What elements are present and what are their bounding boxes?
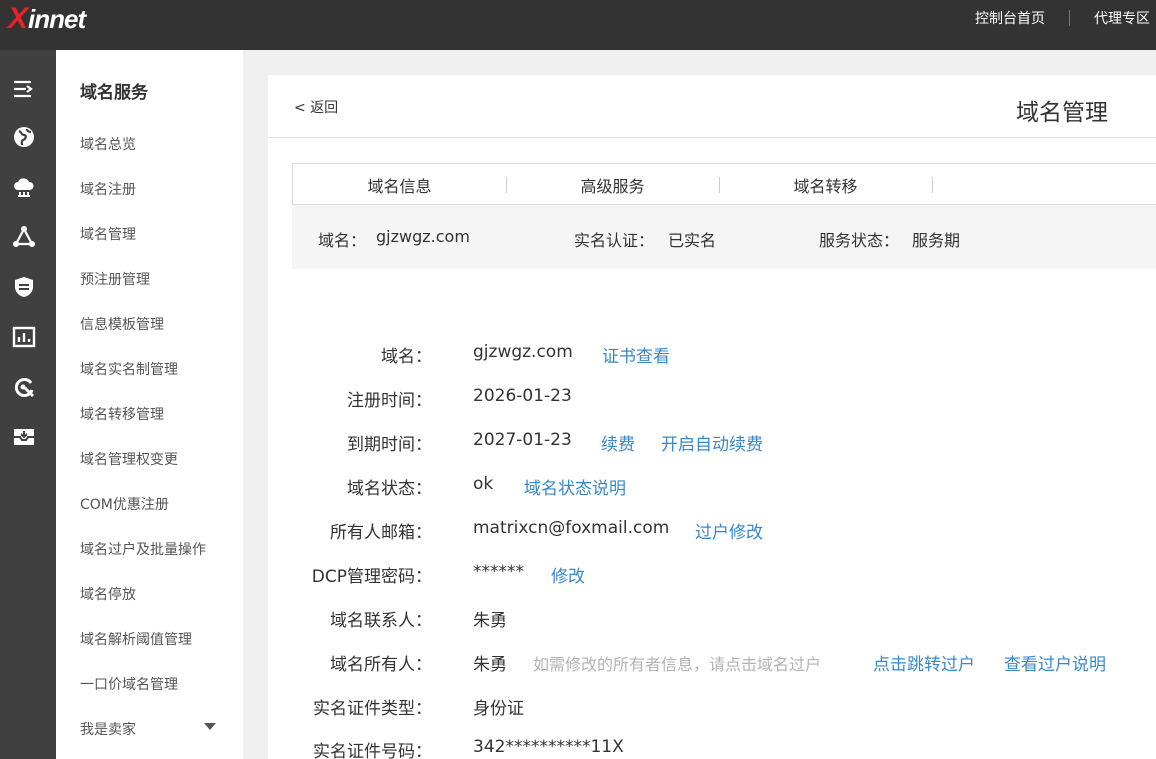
certificate-view-link[interactable]: 证书查看 — [602, 342, 670, 367]
logo-text: innet — [28, 3, 86, 34]
detail-value-dcp-password: ****** — [473, 562, 524, 582]
status-explain-link[interactable]: 域名状态说明 — [524, 474, 626, 499]
detail-value-contact: 朱勇 — [473, 611, 507, 631]
tab-domain-info[interactable]: 域名信息 — [293, 164, 506, 206]
goto-transfer-link[interactable]: 点击跳转过户 — [873, 650, 975, 675]
top-bar: Xinnet 控制台首页 代理专区 — [0, 0, 1156, 50]
logo-x: X — [8, 2, 28, 35]
detail-label-contact: 域名联系人： — [330, 611, 432, 631]
detail-label-owner: 域名所有人： — [330, 655, 432, 675]
tab-advanced-services[interactable]: 高级服务 — [506, 164, 719, 206]
owner-modify-hint: 如需修改的所有者信息，请点击域名过户 — [533, 655, 822, 674]
detail-value-id-type: 身份证 — [473, 699, 524, 719]
detail-label-owner-email: 所有人邮箱： — [330, 523, 432, 543]
detail-label-expire-date: 到期时间： — [347, 435, 432, 455]
detail-label-dcp-password: DCP管理密码： — [311, 567, 432, 587]
cloud-icon[interactable] — [12, 175, 36, 199]
main-panel: < 返回 域名管理 域名信息 高级服务 域名转移 域名： gjzwgz.com … — [268, 75, 1156, 759]
detail-value-expire-date: 2027-01-23 — [473, 430, 572, 450]
sidebar-title: 域名服务 — [80, 83, 148, 103]
chevron-down-icon[interactable] — [204, 723, 216, 730]
detail-value-domain-status: ok — [473, 474, 494, 494]
detail-value-owner-email: matrixcn@foxmail.com — [473, 518, 670, 538]
detail-value-domain: gjzwgz.com — [473, 342, 573, 362]
sidebar-item-com-discount[interactable]: COM优惠注册 — [80, 494, 169, 514]
header-divider — [268, 137, 1156, 138]
summary-domain-value: gjzwgz.com — [376, 227, 470, 246]
sidebar-item-domain-manage[interactable]: 域名管理 — [80, 224, 136, 244]
globe-icon[interactable] — [12, 125, 36, 149]
sidebar-item-transfer[interactable]: 域名转移管理 — [80, 404, 164, 424]
console-home-link[interactable]: 控制台首页 — [969, 8, 1051, 28]
detail-value-id-number: 342**********11X — [473, 737, 624, 757]
network-icon[interactable] — [12, 225, 36, 249]
detail-value-register-date: 2026-01-23 — [473, 386, 572, 406]
top-link-divider — [1069, 10, 1070, 26]
sidebar-item-realname[interactable]: 域名实名制管理 — [80, 359, 178, 379]
mail-icon[interactable] — [12, 425, 36, 449]
domain-summary: 域名： gjzwgz.com 实名认证： 已实名 服务状态： 服务期 — [292, 205, 1156, 269]
sidebar-item-seller[interactable]: 我是卖家 — [80, 719, 136, 739]
summary-status-label: 服务状态： — [819, 231, 900, 250]
password-modify-link[interactable]: 修改 — [551, 562, 585, 587]
detail-label-domain-status: 域名状态： — [347, 479, 432, 499]
sidebar-item-preregister[interactable]: 预注册管理 — [80, 269, 150, 289]
sidebar-item-dns-threshold[interactable]: 域名解析阈值管理 — [80, 629, 192, 649]
sidebar-item-info-template[interactable]: 信息模板管理 — [80, 314, 164, 334]
summary-verify-value: 已实名 — [668, 231, 717, 250]
agent-zone-link[interactable]: 代理专区 — [1088, 8, 1156, 28]
detail-value-owner: 朱勇 — [473, 655, 507, 675]
back-link[interactable]: < 返回 — [294, 97, 338, 117]
top-links: 控制台首页 代理专区 — [969, 0, 1156, 36]
tab-divider — [932, 177, 933, 193]
sidebar-item-parking[interactable]: 域名停放 — [80, 584, 136, 604]
sidebar-item-ownership-change[interactable]: 域名管理权变更 — [80, 449, 178, 469]
auto-renew-link[interactable]: 开启自动续费 — [661, 430, 763, 455]
sidebar-item-domain-register[interactable]: 域名注册 — [80, 179, 136, 199]
summary-status-value: 服务期 — [912, 231, 961, 250]
transfer-modify-link[interactable]: 过户修改 — [695, 518, 763, 543]
summary-verify-label: 实名认证： — [574, 231, 655, 250]
detail-label-id-number: 实名证件号码： — [313, 742, 432, 759]
sidebar-item-batch-ops[interactable]: 域名过户及批量操作 — [80, 539, 206, 559]
menu-toggle-icon[interactable] — [12, 78, 36, 102]
summary-domain-label: 域名： — [318, 231, 367, 250]
refresh-icon[interactable] — [12, 375, 36, 399]
sidebar: 域名服务 域名总览 域名注册 域名管理 预注册管理 信息模板管理 域名实名制管理… — [56, 50, 243, 759]
sidebar-item-domain-overview[interactable]: 域名总览 — [80, 134, 136, 154]
detail-label-register-date: 注册时间： — [347, 391, 432, 411]
tab-domain-transfer[interactable]: 域名转移 — [719, 164, 932, 206]
sidebar-item-fixed-price[interactable]: 一口价域名管理 — [80, 674, 178, 694]
detail-label-id-type: 实名证件类型： — [313, 699, 432, 719]
icon-rail — [0, 50, 56, 759]
xinnet-logo[interactable]: Xinnet — [8, 2, 86, 35]
shield-icon[interactable] — [12, 275, 36, 299]
detail-label-domain: 域名： — [381, 347, 432, 367]
chart-icon[interactable] — [12, 325, 36, 349]
renew-link[interactable]: 续费 — [601, 430, 635, 455]
tab-bar: 域名信息 高级服务 域名转移 — [292, 163, 1156, 205]
transfer-guide-link[interactable]: 查看过户说明 — [1004, 650, 1106, 675]
page-title: 域名管理 — [1016, 100, 1108, 126]
